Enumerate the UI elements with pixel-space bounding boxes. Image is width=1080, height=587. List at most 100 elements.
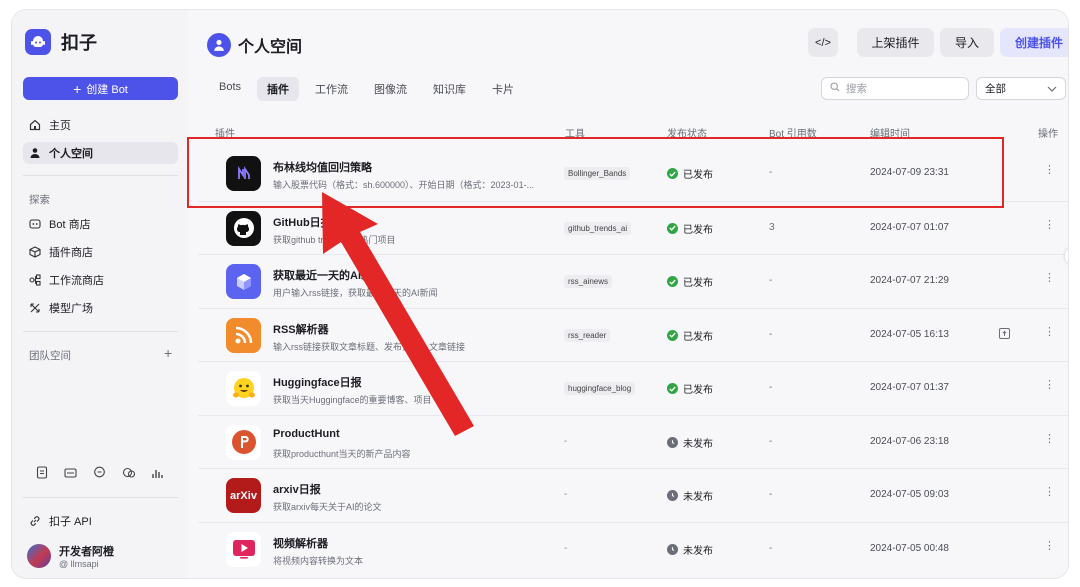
chevron-down-icon [1047, 83, 1057, 95]
chat-icon[interactable] [92, 465, 107, 480]
plugin-name: arxiv日报 [273, 484, 321, 496]
huggingface-icon [226, 371, 261, 406]
user-handle: @ llmsapi [59, 559, 99, 569]
bot-reference-count: - [769, 435, 773, 447]
plugin-description: 输入rss链接获取文章标题、发布日期、文章链接 [273, 341, 465, 352]
user-profile[interactable]: 开发者阿橙 @ llmsapi [27, 543, 114, 569]
more-options-icon[interactable]: ⋮ [1044, 378, 1055, 391]
sidebar-item-label: 工作流商店 [49, 275, 104, 287]
arxiv-icon: arXiv [226, 478, 261, 513]
app-logo[interactable]: 扣子 [25, 29, 97, 55]
stats-icon[interactable] [150, 465, 165, 480]
tab-plugins[interactable]: 插件 [257, 77, 300, 101]
more-options-icon[interactable]: ⋮ [1044, 218, 1055, 231]
sidebar-item-workflow-store[interactable]: 工作流商店 [23, 269, 178, 291]
code-icon: </> [815, 36, 831, 49]
table-row[interactable]: Huggingface日报 获取当天Huggingface的重要博客、项目 hugg… [198, 361, 1068, 415]
plugin-description: 获取producthunt当天的新产品内容 [273, 448, 411, 459]
edit-time: 2024-07-05 00:48 [870, 542, 949, 554]
sidebar-item-plugin-store[interactable]: 插件商店 [23, 241, 178, 263]
plugin-name: ProductHunt [273, 427, 340, 440]
check-circle-icon [667, 329, 678, 341]
export-icon[interactable] [999, 327, 1010, 339]
status-badge: 未发布 [667, 435, 713, 450]
filter-select[interactable]: 全部 [976, 77, 1066, 100]
status-text: 未发布 [683, 438, 713, 450]
mail-icon[interactable] [63, 465, 78, 480]
tool-name: github_trends_ai [564, 221, 632, 235]
clock-icon [667, 543, 678, 555]
status-text: 已发布 [683, 331, 713, 343]
tab-workflow[interactable]: 工作流 [305, 77, 358, 101]
create-plugin-button[interactable]: 创建插件 [1000, 28, 1068, 57]
edit-time: 2024-07-07 01:37 [870, 382, 949, 393]
plugin-cube-icon [29, 246, 41, 258]
search-icon [830, 82, 840, 95]
avatar [27, 544, 51, 568]
more-options-icon[interactable]: ⋮ [1044, 485, 1055, 498]
more-options-icon[interactable]: ⋮ [1044, 432, 1055, 445]
document-icon[interactable] [34, 465, 49, 480]
bot-reference-count: - [769, 489, 773, 500]
user-circle-icon [207, 33, 231, 57]
more-options-icon[interactable]: ⋮ [1044, 539, 1055, 552]
more-options-icon[interactable]: ⋮ [1044, 163, 1055, 176]
bottom-toolbar [34, 465, 165, 480]
app-name: 扣子 [61, 33, 97, 53]
more-options-icon[interactable]: ⋮ [1044, 325, 1055, 338]
table-row[interactable]: RSS解析器 输入rss链接获取文章标题、发布日期、文章链接 rss_reader 已… [198, 307, 1068, 362]
check-circle-icon [667, 276, 678, 287]
create-bot-button[interactable]: + 创建 Bot [23, 77, 178, 100]
plugin-name: GitHub日报 [273, 216, 332, 229]
page-title: 个人空间 [207, 33, 302, 57]
table-row[interactable]: 获取最近一天的AI新闻 用户输入rss链接，获取最近一天的AI新闻 rss_aine… [198, 254, 1068, 308]
code-button[interactable]: </> [808, 28, 838, 57]
sidebar-divider [23, 497, 178, 498]
sidebar-item-label: Bot 商店 [49, 219, 91, 231]
table-row[interactable]: ProductHunt 获取producthunt当天的新产品内容 - 未发布 - 202… [198, 414, 1068, 469]
team-space-title: 团队空间 [29, 350, 71, 362]
sidebar-item-api[interactable]: 扣子 API [23, 510, 178, 532]
create-bot-label: 创建 Bot [86, 83, 128, 96]
publish-plugin-button[interactable]: 上架插件 [857, 28, 934, 57]
plugin-description: 获取github trending的热门项目 [273, 234, 396, 245]
edit-time: 2024-07-06 23:18 [870, 435, 949, 447]
sidebar-item-personal-space[interactable]: 个人空间 [23, 142, 178, 164]
plugin-description: 获取arxiv每天关于AI的论文 [273, 502, 382, 512]
sidebar: 扣子 + 创建 Bot 主页 个人空间 探索 Bot 商店 插件商店 工作流商店 [12, 10, 188, 578]
sidebar-divider [23, 175, 178, 176]
status-text: 已发布 [683, 224, 713, 236]
add-team-icon[interactable]: + [164, 345, 172, 361]
table-row[interactable]: 视频解析器 将视频内容转换为文本 - 未发布 - 2024-07-05 00:48 ⋮ [198, 521, 1068, 576]
tool-name: huggingface_blog [564, 382, 636, 395]
tool-name: rss_ainews [564, 275, 613, 288]
edit-time: 2024-07-07 01:07 [870, 221, 949, 233]
tab-bar: Bots 插件 工作流 图像流 知识库 卡片 [209, 77, 524, 101]
cube-icon [226, 264, 261, 299]
table-row[interactable]: GitHub日报获取github trending的热门项目 github_tre… [198, 200, 1068, 255]
sidebar-item-home[interactable]: 主页 [23, 114, 178, 136]
status-badge: 已发布 [667, 274, 713, 289]
plugin-name: RSS解析器 [273, 323, 329, 336]
sidebar-item-label: 模型广场 [49, 303, 93, 315]
community-icon[interactable] [121, 465, 136, 480]
more-options-icon[interactable]: ⋮ [1044, 271, 1055, 284]
workflow-icon [29, 274, 41, 286]
tab-bots[interactable]: Bots [209, 77, 251, 101]
sidebar-item-label: 插件商店 [49, 247, 93, 259]
user-icon [29, 147, 41, 159]
edit-time: 2024-07-07 21:29 [870, 275, 949, 286]
tab-knowledge[interactable]: 知识库 [423, 77, 476, 101]
search-input[interactable]: 搜索 [821, 77, 969, 100]
app-window: 扣子 + 创建 Bot 主页 个人空间 探索 Bot 商店 插件商店 工作流商店 [12, 10, 1068, 578]
plugin-description: 将视频内容转换为文本 [273, 555, 364, 566]
sidebar-item-bot-store[interactable]: Bot 商店 [23, 213, 178, 235]
table-row[interactable]: arXiv arxiv日报 获取arxiv每天关于AI的论文 - 未发布 - 2024-07… [198, 468, 1068, 522]
tab-imageflow[interactable]: 图像流 [364, 77, 417, 101]
import-button[interactable]: 导入 [940, 28, 994, 57]
edit-time: 2024-07-05 09:03 [870, 489, 949, 500]
tool-name: - [564, 542, 568, 554]
tab-cards[interactable]: 卡片 [482, 77, 524, 101]
sidebar-item-model-square[interactable]: 模型广场 [23, 297, 178, 319]
bot-reference-count: - [769, 382, 773, 393]
